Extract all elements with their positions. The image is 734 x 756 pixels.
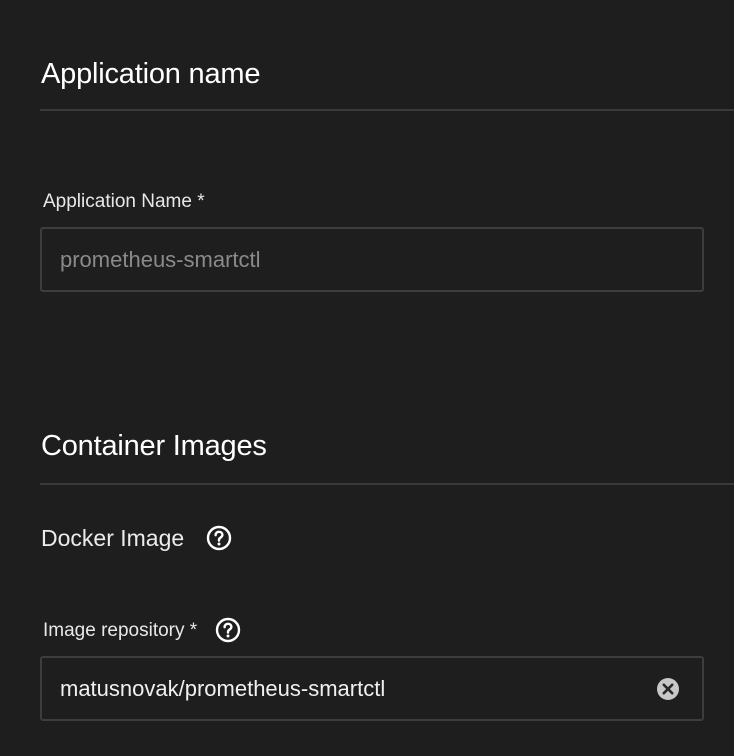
application-name-label: Application Name * [43, 191, 205, 212]
image-repository-field[interactable] [40, 656, 704, 721]
docker-image-title: Docker Image [41, 524, 185, 551]
image-repository-label: Image repository * [43, 619, 198, 641]
image-repository-input[interactable] [60, 675, 656, 702]
image-repository-label-row: Image repository * [43, 617, 241, 643]
container-images-section-title: Container Images [41, 430, 267, 462]
application-name-field[interactable] [40, 227, 704, 292]
section-divider [40, 109, 734, 111]
close-circle-icon[interactable] [656, 677, 680, 701]
section-divider [40, 483, 734, 485]
application-name-input[interactable] [60, 246, 684, 273]
application-name-section-title: Application name [41, 58, 261, 90]
question-circle-icon[interactable] [215, 617, 241, 643]
question-circle-icon[interactable] [206, 525, 232, 551]
docker-image-heading: Docker Image [41, 525, 232, 551]
